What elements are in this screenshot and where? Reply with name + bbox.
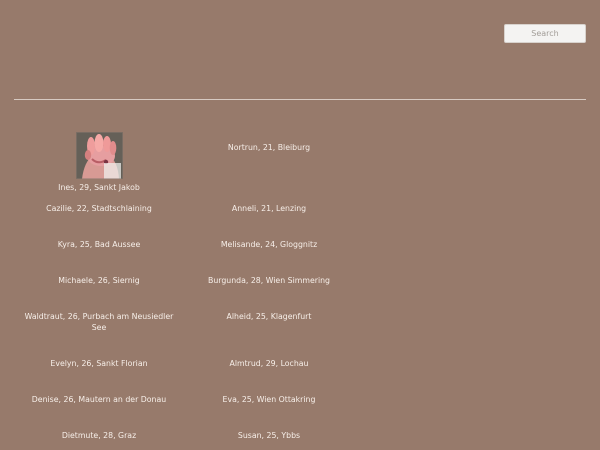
profile-avatar[interactable] [75, 132, 123, 179]
search-input[interactable] [504, 24, 586, 43]
profile-row-5: Waldtraut, 26, Purbach am Neusiedler See… [14, 311, 354, 358]
profile-row-6: Evelyn, 26, Sankt Florian Almtrud, 29, L… [14, 358, 354, 394]
profile-card-anneli[interactable]: Anneli, 21, Lenzing [184, 203, 354, 214]
profile-name-location[interactable]: Burgunda, 28, Wien Simmering [188, 275, 350, 286]
profile-grid: Ines, 29, Sankt Jakob Nortrun, 21, Bleib… [14, 132, 354, 446]
profile-name-location[interactable]: Almtrud, 29, Lochau [188, 358, 350, 369]
profile-card-ines[interactable]: Ines, 29, Sankt Jakob [14, 132, 184, 193]
profile-row-2: Cazilie, 22, Stadtschlaining Anneli, 21,… [14, 203, 354, 239]
profile-card-kyra[interactable]: Kyra, 25, Bad Aussee [14, 239, 184, 250]
profile-name-location[interactable]: Nortrun, 21, Bleiburg [188, 142, 350, 153]
profile-name-location[interactable]: Melisande, 24, Gloggnitz [188, 239, 350, 250]
profile-name-location[interactable]: Susan, 25, Ybbs [188, 430, 350, 441]
profile-row-8: Dietmute, 28, Graz Susan, 25, Ybbs [14, 430, 354, 446]
profile-card-burgunda[interactable]: Burgunda, 28, Wien Simmering [184, 275, 354, 286]
profile-card-nortrun[interactable]: Nortrun, 21, Bleiburg [184, 132, 354, 153]
profile-name-location[interactable]: Cazilie, 22, Stadtschlaining [18, 203, 180, 214]
profile-name-location[interactable]: Evelyn, 26, Sankt Florian [18, 358, 180, 369]
profile-name-location[interactable]: Michaele, 26, Siernig [18, 275, 180, 286]
profile-row-1: Ines, 29, Sankt Jakob Nortrun, 21, Bleib… [14, 132, 354, 203]
profile-name-location[interactable]: Ines, 29, Sankt Jakob [18, 182, 180, 193]
profile-card-cazilie[interactable]: Cazilie, 22, Stadtschlaining [14, 203, 184, 214]
profile-name-location[interactable]: Anneli, 21, Lenzing [188, 203, 350, 214]
profile-card-denise[interactable]: Denise, 26, Mautern an der Donau [14, 394, 184, 405]
profile-card-michaele[interactable]: Michaele, 26, Siernig [14, 275, 184, 286]
profile-name-location[interactable]: Eva, 25, Wien Ottakring [188, 394, 350, 405]
profile-name-location[interactable]: Kyra, 25, Bad Aussee [18, 239, 180, 250]
profile-card-susan[interactable]: Susan, 25, Ybbs [184, 430, 354, 441]
profile-name-location[interactable]: Dietmute, 28, Graz [18, 430, 180, 441]
profile-name-location[interactable]: Waldtraut, 26, Purbach am Neusiedler See [18, 311, 180, 333]
profile-row-7: Denise, 26, Mautern an der Donau Eva, 25… [14, 394, 354, 430]
profile-card-alheid[interactable]: Alheid, 25, Klagenfurt [184, 311, 354, 322]
profile-card-melisande[interactable]: Melisande, 24, Gloggnitz [184, 239, 354, 250]
avatar-image [75, 132, 123, 179]
profile-card-eva[interactable]: Eva, 25, Wien Ottakring [184, 394, 354, 405]
profile-row-4: Michaele, 26, Siernig Burgunda, 28, Wien… [14, 275, 354, 311]
header-divider [14, 99, 586, 100]
profile-card-dietmute[interactable]: Dietmute, 28, Graz [14, 430, 184, 441]
profile-name-location[interactable]: Denise, 26, Mautern an der Donau [18, 394, 180, 405]
profile-row-3: Kyra, 25, Bad Aussee Melisande, 24, Glog… [14, 239, 354, 275]
profile-name-location[interactable]: Alheid, 25, Klagenfurt [188, 311, 350, 322]
profile-card-waldtraut[interactable]: Waldtraut, 26, Purbach am Neusiedler See [14, 311, 184, 333]
profile-card-evelyn[interactable]: Evelyn, 26, Sankt Florian [14, 358, 184, 369]
profile-card-almtrud[interactable]: Almtrud, 29, Lochau [184, 358, 354, 369]
